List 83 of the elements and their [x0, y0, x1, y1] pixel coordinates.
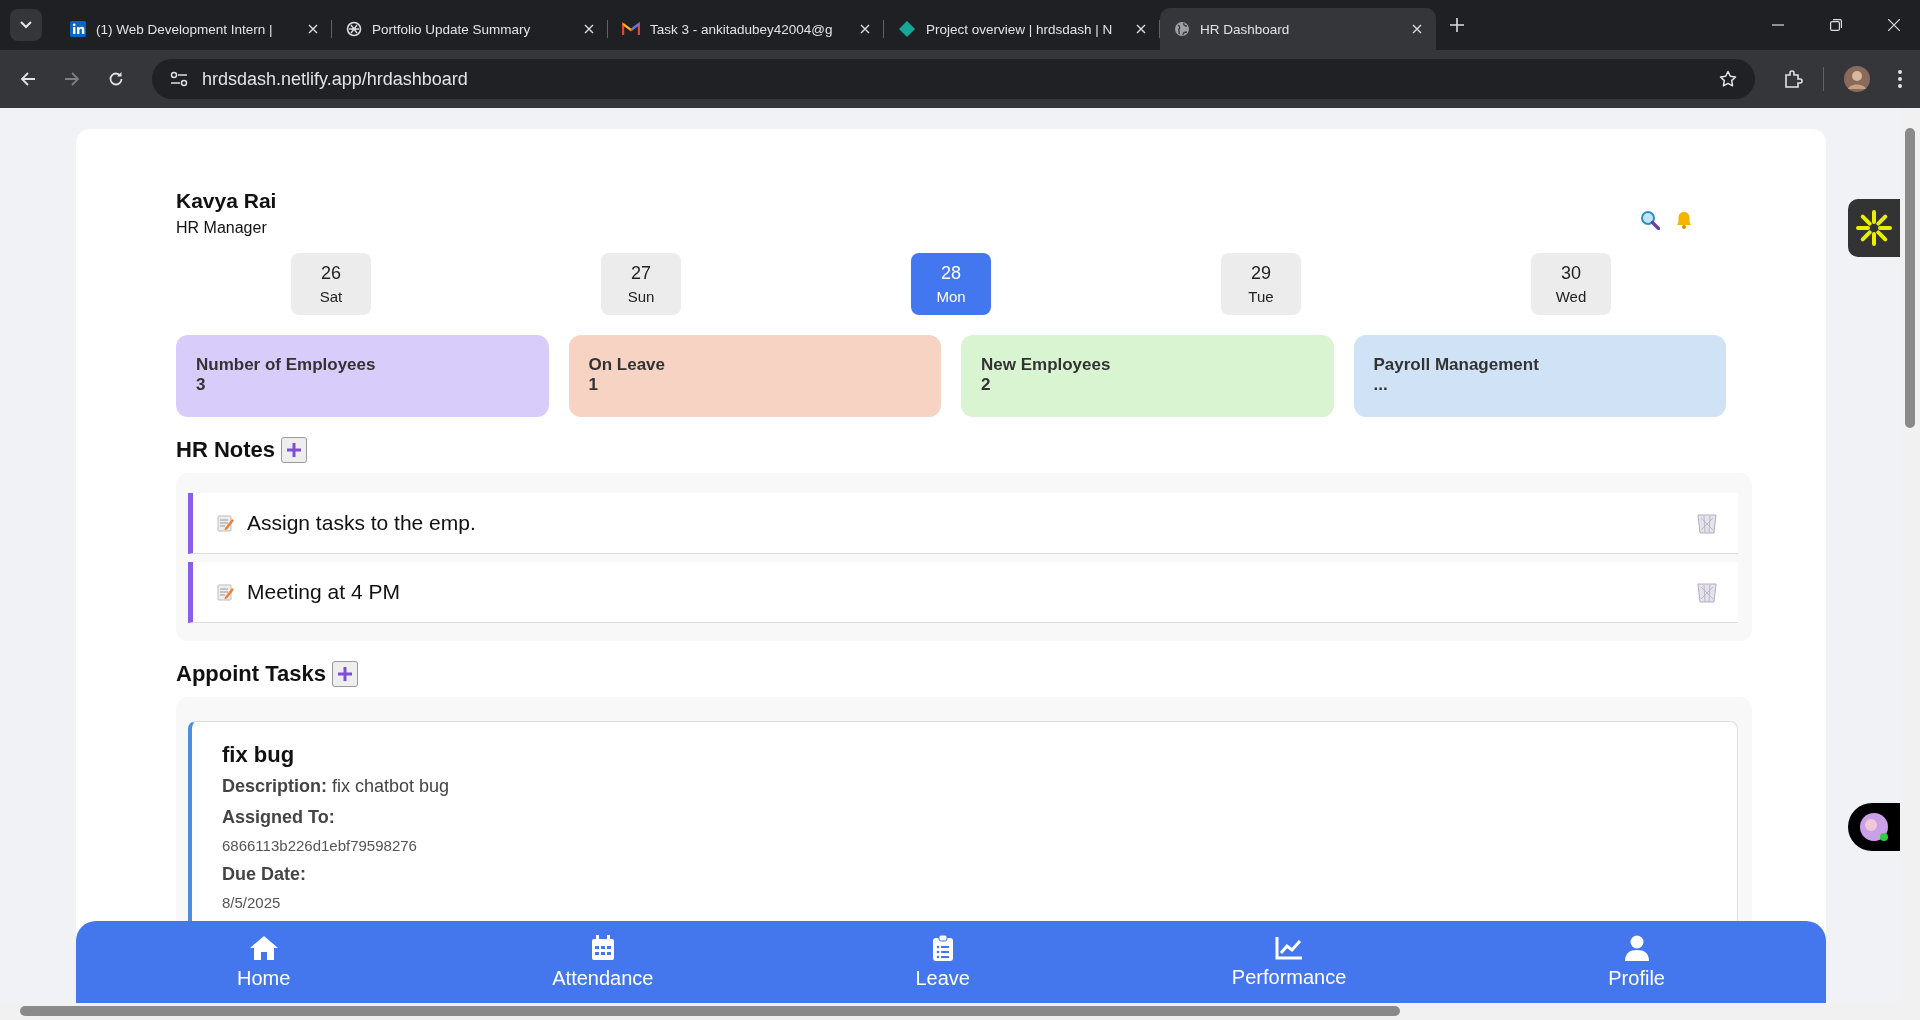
stat-label: Payroll Management [1373, 355, 1540, 375]
browser-tab[interactable]: Portfolio Update Summary [332, 8, 608, 50]
line-chart-icon [1275, 935, 1304, 960]
knot-icon [346, 21, 362, 37]
reload-icon[interactable] [108, 71, 124, 87]
address-bar[interactable]: hrdsdash.netlify.app/hrdashboard [152, 59, 1755, 99]
memo-icon [217, 583, 235, 601]
square-logo-icon [70, 21, 86, 37]
tab-title: Task 3 - ankitadubey42004@g [650, 21, 834, 37]
stat-label: On Leave [588, 355, 667, 375]
nav-item[interactable]: Home [224, 921, 303, 1003]
restore-icon[interactable] [1830, 19, 1842, 31]
add-button[interactable] [281, 437, 307, 463]
section-title: HR Notes [176, 437, 275, 463]
date-button[interactable]: 26 Sat [291, 253, 371, 315]
close-icon[interactable] [584, 24, 594, 34]
tab-title: Project overview | hrdsdash | N [926, 21, 1114, 37]
more-vertical-icon[interactable] [1898, 70, 1902, 88]
back-arrow-icon[interactable] [20, 71, 36, 87]
diamond-icon [898, 20, 916, 38]
browser-tab[interactable]: HR Dashboard [1160, 8, 1436, 50]
url-text: hrdsdash.netlify.app/hrdashboard [202, 68, 468, 90]
browser-tab[interactable]: Task 3 - ankitadubey42004@g [608, 8, 884, 50]
chat-avatar-button[interactable] [1848, 803, 1900, 851]
tab-list-button[interactable] [10, 9, 42, 41]
stat-value: 3 [196, 375, 207, 395]
date-button[interactable]: 28 Mon [911, 253, 991, 315]
stat-label: New Employees [981, 355, 1112, 375]
site-settings-icon[interactable] [170, 71, 188, 87]
browser-tab[interactable]: (1) Web Development Intern | [56, 8, 332, 50]
stat-value: 2 [981, 375, 992, 395]
nav-item[interactable]: Attendance [540, 921, 666, 1003]
date-button[interactable]: 29 Tue [1221, 253, 1301, 315]
horizontal-scrollbar[interactable] [0, 1003, 1920, 1020]
close-icon[interactable] [308, 24, 318, 34]
calendar-icon [590, 934, 615, 961]
search-icon[interactable] [1640, 210, 1660, 230]
add-button[interactable] [331, 661, 358, 687]
globe-icon [1174, 21, 1190, 37]
plus-icon [286, 442, 302, 458]
asterisk-icon [1854, 208, 1894, 248]
envelope-icon [622, 22, 640, 36]
plus-icon [336, 666, 353, 682]
nav-item[interactable]: Profile [1596, 921, 1677, 1003]
field-label: Assigned To: [222, 807, 336, 828]
close-icon[interactable] [1888, 19, 1900, 31]
date-button[interactable]: 27 Sun [601, 253, 681, 315]
due-date: 8/5/2025 [222, 894, 282, 911]
assistant-button[interactable] [1848, 199, 1900, 257]
date-button[interactable]: 30 Wed [1531, 253, 1611, 315]
clipboard-icon [932, 934, 953, 961]
note-text: Assign tasks to the emp. [247, 511, 476, 535]
tab-title: HR Dashboard [1200, 21, 1291, 37]
tab-title: (1) Web Development Intern | [96, 21, 274, 37]
avatar-icon [1858, 811, 1890, 843]
user-role: HR Manager [176, 219, 268, 237]
task-description: Description: fix chatbot bug [222, 776, 450, 796]
stat-value: ... [1373, 375, 1389, 395]
stat-label: Number of Employees [196, 355, 377, 375]
nav-item[interactable]: Performance [1219, 921, 1359, 1003]
assignee-id: 6866113b226d1ebf79598276 [222, 837, 418, 854]
close-icon[interactable] [1136, 24, 1146, 34]
puzzle-icon[interactable] [1783, 69, 1803, 89]
tab-title: Portfolio Update Summary [372, 21, 532, 37]
task-title: fix bug [222, 742, 296, 768]
memo-icon [217, 514, 235, 532]
person-icon [1624, 934, 1649, 961]
vertical-scrollbar[interactable] [1900, 108, 1920, 1003]
user-name: Kavya Rai [176, 189, 277, 213]
forward-arrow-icon[interactable] [64, 71, 80, 87]
section-title: Appoint Tasks [176, 661, 326, 687]
close-icon[interactable] [860, 24, 870, 34]
field-label: Due Date: [222, 864, 307, 885]
plus-icon[interactable] [1450, 18, 1464, 32]
stat-value: 1 [588, 375, 599, 395]
close-icon[interactable] [1412, 24, 1422, 34]
profile-avatar-icon[interactable] [1844, 66, 1870, 92]
browser-tab[interactable]: Project overview | hrdsdash | N [884, 8, 1160, 50]
chevron-down-icon [20, 21, 32, 29]
star-icon[interactable] [1719, 70, 1737, 88]
note-text: Meeting at 4 PM [247, 580, 400, 604]
home-icon [248, 934, 279, 961]
nav-item[interactable]: Leave [903, 921, 982, 1003]
